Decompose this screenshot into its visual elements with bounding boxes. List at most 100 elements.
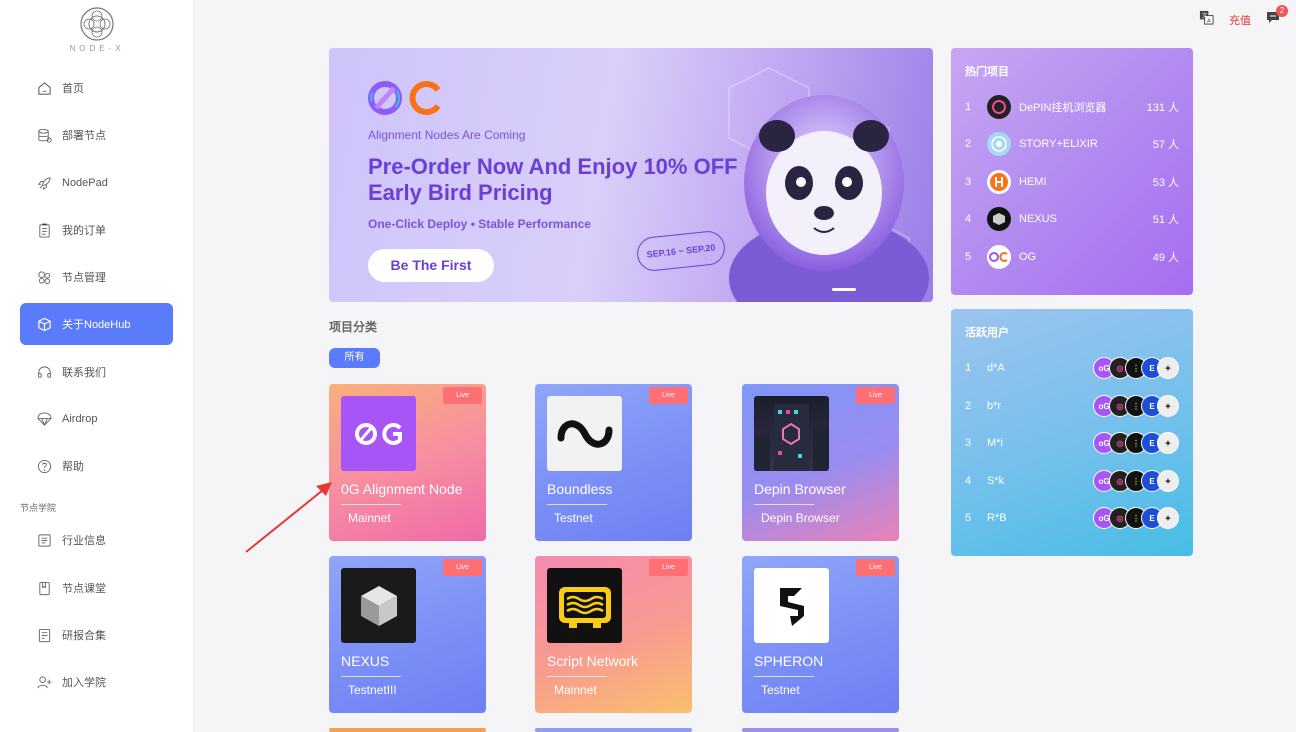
boundless-logo-icon: [547, 396, 622, 471]
project-name: SPHERON: [754, 653, 824, 669]
project-card-partial[interactable]: [535, 728, 692, 732]
cluster-icon: [36, 269, 52, 285]
active-user-row[interactable]: 5 R*B oG ◎ ⋮ E ✦: [965, 505, 1179, 531]
project-network: Mainnet: [348, 511, 391, 525]
notification-badge: 2: [1276, 5, 1288, 17]
panel-title: 活跃用户: [965, 327, 1009, 339]
sidebar-item-join-academy[interactable]: 加入学院: [20, 661, 173, 703]
project-network: Depin Browser: [761, 511, 840, 525]
rank: 4: [965, 475, 972, 487]
sidebar-item-label: 联系我们: [62, 367, 106, 379]
sidebar-item-industry-news[interactable]: 行业信息: [20, 519, 173, 561]
project-card-script-network[interactable]: Live Script Network Mainnet: [535, 556, 692, 713]
user-name: R*B: [987, 512, 1007, 524]
home-icon: [36, 80, 52, 96]
divider: [754, 504, 814, 505]
rank: 1: [965, 362, 972, 374]
project-name: HEMI: [1019, 176, 1047, 188]
0g-logo-icon: [341, 396, 416, 471]
project-card-0g[interactable]: Live 0G Alignment Node Mainnet: [329, 384, 486, 541]
rocket-icon: [36, 175, 52, 191]
live-badge: Live: [856, 387, 895, 404]
banner-headline: Pre-Order Now And Enjoy 10% OFF Early Bi…: [368, 154, 738, 205]
project-name: NEXUS: [341, 653, 390, 669]
sidebar-item-deploy-node[interactable]: 部署节点: [20, 114, 173, 156]
live-badge: Live: [443, 387, 482, 404]
sidebar-item-node-class[interactable]: 节点课堂: [20, 567, 173, 609]
academy-section-label: 节点学院: [20, 503, 57, 513]
rank: 3: [965, 437, 972, 449]
translate-icon[interactable]: 文A: [1199, 10, 1214, 30]
hot-project-row[interactable]: 4 NEXUS 51 人: [965, 206, 1179, 232]
project-card-boundless[interactable]: Live Boundless Testnet: [535, 384, 692, 541]
sidebar-item-reports[interactable]: 研报合集: [20, 614, 173, 656]
clipboard-icon: [36, 222, 52, 238]
divider: [341, 504, 401, 505]
live-badge: Live: [649, 559, 688, 576]
project-name: Depin Browser: [754, 481, 846, 497]
sidebar-item-label: 帮助: [62, 461, 84, 473]
sidebar-item-label: 部署节点: [62, 130, 106, 142]
project-card-nexus[interactable]: Live NEXUS TestnetIII: [329, 556, 486, 713]
sidebar-item-label: Airdrop: [62, 413, 98, 425]
sidebar-item-my-orders[interactable]: 我的订单: [20, 209, 173, 251]
story-elixir-avatar-icon: [987, 132, 1011, 156]
sidebar-item-home[interactable]: 首页: [20, 67, 173, 109]
active-user-row[interactable]: 4 S*k oG ◎ ⋮ E ✦: [965, 468, 1179, 494]
hot-project-row[interactable]: 5 OG 49 人: [965, 244, 1179, 270]
carousel-indicator[interactable]: [832, 288, 856, 291]
project-name: Script Network: [547, 653, 639, 669]
parachute-icon: [36, 411, 52, 427]
recharge-link[interactable]: 充值: [1229, 12, 1251, 28]
user-count: 57 人: [1152, 139, 1179, 151]
sidebar-item-help[interactable]: 帮助: [20, 445, 173, 487]
banner-subtitle: Alignment Nodes Are Coming: [368, 128, 526, 142]
sidebar-item-node-management[interactable]: 节点管理: [20, 256, 173, 298]
sidebar-item-nodepad[interactable]: NodePad: [20, 162, 173, 204]
rank: 1: [965, 101, 972, 113]
sidebar-item-label: 首页: [62, 83, 84, 95]
sidebar-item-about-nodehub[interactable]: 关于NodeHub: [20, 303, 173, 345]
hot-project-row[interactable]: 2 STORY+ELIXIR 57 人: [965, 131, 1179, 157]
project-avatars: oG ◎ ⋮ E ✦: [1093, 470, 1179, 492]
project-card-partial[interactable]: [329, 728, 486, 732]
project-card-depin-browser[interactable]: Live Depin Browser Depin Browser: [742, 384, 899, 541]
project-avatars: oG ◎ ⋮ E ✦: [1093, 395, 1179, 417]
rank: 2: [965, 400, 972, 412]
spark-avatar-icon: ✦: [1157, 470, 1179, 492]
be-the-first-button[interactable]: Be The First: [368, 249, 494, 282]
question-icon: [36, 458, 52, 474]
project-card-partial[interactable]: [742, 728, 899, 732]
og-avatar-icon: [987, 245, 1011, 269]
report-icon: [36, 627, 52, 643]
cube-icon: [36, 316, 52, 332]
project-network: Testnet: [554, 511, 593, 525]
spark-avatar-icon: ✦: [1157, 357, 1179, 379]
user-name: b*r: [987, 400, 1002, 412]
project-network: Testnet: [761, 683, 800, 697]
sidebar-item-label: 行业信息: [62, 535, 106, 547]
spark-avatar-icon: ✦: [1157, 395, 1179, 417]
0g-logo-icon: [368, 81, 441, 115]
sidebar-item-airdrop[interactable]: Airdrop: [20, 398, 173, 440]
hot-project-row[interactable]: 3 HEMI 53 人: [965, 169, 1179, 195]
hot-project-row[interactable]: 1 DePIN挂机浏览器 131 人: [965, 94, 1179, 120]
active-user-row[interactable]: 2 b*r oG ◎ ⋮ E ✦: [965, 393, 1179, 419]
sidebar-item-label: 节点管理: [62, 272, 106, 284]
promo-banner[interactable]: Alignment Nodes Are Coming Pre-Order Now…: [329, 48, 933, 302]
database-icon: [36, 127, 52, 143]
sidebar-item-contact-us[interactable]: 联系我们: [20, 351, 173, 393]
active-users-panel: 活跃用户 1 d*A oG ◎ ⋮ E ✦ 2 b*r oG ◎ ⋮ E ✦ 3…: [951, 309, 1193, 556]
astronaut-panda-illustration: [729, 95, 929, 302]
document-icon: [36, 532, 52, 548]
filter-all-chip[interactable]: 所有: [329, 348, 380, 368]
active-user-row[interactable]: 3 M*i oG ◎ ⋮ E ✦: [965, 430, 1179, 456]
sidebar-item-label: 我的订单: [62, 225, 106, 237]
active-user-row[interactable]: 1 d*A oG ◎ ⋮ E ✦: [965, 355, 1179, 381]
project-card-spheron[interactable]: Live SPHERON Testnet: [742, 556, 899, 713]
logo[interactable]: NODE-X: [60, 6, 134, 53]
divider: [754, 676, 814, 677]
svg-text:A: A: [1207, 19, 1211, 25]
categories-title: 项目分类: [329, 320, 378, 334]
panel-title: 热门项目: [965, 66, 1009, 78]
